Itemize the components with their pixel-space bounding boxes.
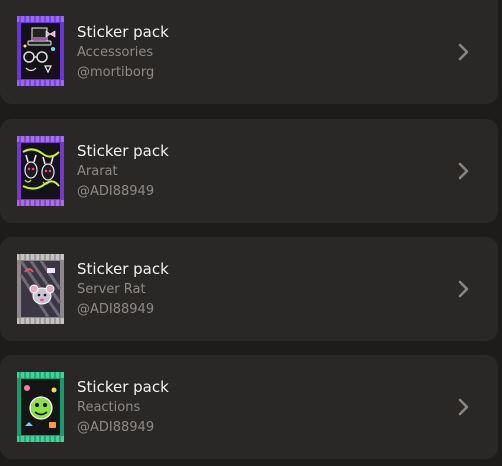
sticker-pack-author: @mortiborg — [77, 65, 155, 80]
sticker-pack-name: Server Rat — [77, 282, 146, 297]
sticker-pack-card-ararat[interactable]: Sticker pack Ararat @ADI88949 — [0, 119, 498, 223]
top-hat-sticker-icon — [17, 16, 64, 86]
bunny-sticker-icon — [17, 136, 64, 206]
sticker-pack-list: Sticker pack Accessories @mortiborg Stic… — [0, 0, 502, 466]
chevron-right-icon[interactable] — [456, 278, 472, 300]
chevron-right-icon[interactable] — [456, 160, 472, 182]
sticker-pack-card-reactions[interactable]: Sticker pack Reactions @ADI88949 — [0, 355, 498, 459]
sticker-pack-title: Sticker pack — [77, 260, 169, 278]
chevron-right-icon[interactable] — [456, 41, 472, 63]
sticker-pack-title: Sticker pack — [77, 142, 169, 160]
sticker-pack-author: @ADI88949 — [77, 302, 155, 317]
sticker-pack-card-server-rat[interactable]: Sticker pack Server Rat @ADI88949 — [0, 237, 498, 341]
sticker-pack-author: @ADI88949 — [77, 184, 155, 199]
sticker-pack-name: Ararat — [77, 164, 118, 179]
sticker-pack-author: @ADI88949 — [77, 420, 155, 435]
reaction-face-sticker-icon — [17, 372, 64, 442]
chevron-right-icon[interactable] — [456, 396, 472, 418]
sticker-pack-name: Accessories — [77, 45, 154, 60]
sticker-pack-title: Sticker pack — [77, 23, 169, 41]
sticker-pack-card-accessories[interactable]: Sticker pack Accessories @mortiborg — [0, 0, 498, 104]
sticker-pack-name: Reactions — [77, 400, 141, 415]
rat-sticker-icon — [17, 254, 64, 324]
sticker-pack-title: Sticker pack — [77, 378, 169, 396]
